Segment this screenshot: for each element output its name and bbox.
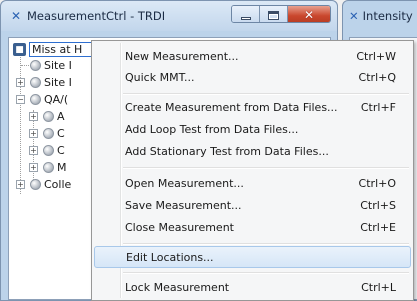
tree-node-label: Site I bbox=[44, 59, 72, 72]
node-icon bbox=[30, 60, 41, 71]
node-icon bbox=[43, 145, 54, 156]
menu-item-shortcut: Ctrl+S bbox=[360, 199, 396, 212]
title-bar[interactable]: ✕ MeasurementCtrl - TRDI ✕ bbox=[1, 1, 337, 31]
node-icon bbox=[30, 179, 41, 190]
close-icon: ✕ bbox=[303, 8, 315, 22]
expand-icon[interactable]: + bbox=[16, 180, 25, 189]
menu-item-label: Lock Measurement bbox=[125, 281, 230, 294]
tree-node[interactable]: Site I bbox=[9, 58, 99, 76]
tree-node-label: Colle bbox=[44, 178, 72, 191]
menu-item-label: New Measurement... bbox=[125, 50, 239, 63]
menu-item-shortcut: Ctrl+O bbox=[358, 177, 396, 190]
caption-buttons: ✕ bbox=[231, 5, 331, 23]
maximize-button[interactable] bbox=[260, 6, 288, 22]
menu-item-shortcut: Ctrl+E bbox=[360, 221, 396, 234]
menu-item-add-loop-test[interactable]: Add Loop Test from Data Files... bbox=[94, 119, 411, 141]
menu-separator bbox=[123, 272, 409, 274]
menu-item-label: Quick MMT... bbox=[125, 71, 195, 84]
minimize-icon bbox=[240, 16, 251, 20]
close-button[interactable]: ✕ bbox=[288, 6, 330, 22]
tree-node-label: C bbox=[57, 127, 65, 140]
tree-node-label: Site I bbox=[44, 76, 72, 89]
maximize-icon bbox=[268, 10, 279, 20]
context-menu: New Measurement... Ctrl+W Quick MMT... C… bbox=[91, 40, 414, 301]
menu-separator bbox=[123, 93, 409, 95]
menu-item-save-measurement[interactable]: Save Measurement... Ctrl+S bbox=[94, 195, 411, 217]
tree-node-label: A bbox=[57, 110, 65, 123]
node-icon bbox=[43, 128, 54, 139]
tree-node[interactable]: + Colle bbox=[9, 177, 99, 195]
tree-node[interactable]: + A bbox=[9, 109, 99, 127]
menu-item-label: Add Stationary Test from Data Files... bbox=[125, 145, 329, 158]
collapse-icon[interactable]: − bbox=[16, 95, 25, 104]
trdi-logo-icon: ✕ bbox=[11, 9, 22, 23]
window-title: MeasurementCtrl - TRDI bbox=[27, 9, 166, 23]
tree-node[interactable]: + C bbox=[9, 143, 99, 161]
intensity-title-text: Intensity bbox=[362, 9, 413, 23]
menu-item-shortcut: Ctrl+Q bbox=[358, 71, 396, 84]
node-icon bbox=[43, 162, 54, 173]
tree-node[interactable]: − QA/( bbox=[9, 92, 99, 110]
expand-icon[interactable]: + bbox=[16, 78, 25, 87]
tree-node[interactable]: + M bbox=[9, 160, 99, 178]
node-icon bbox=[30, 77, 41, 88]
menu-item-shortcut: Ctrl+F bbox=[360, 101, 396, 114]
menu-item-label: Open Measurement... bbox=[125, 177, 244, 190]
menu-item-lock-measurement[interactable]: Lock Measurement Ctrl+L bbox=[94, 277, 411, 299]
menu-item-new-measurement[interactable]: New Measurement... Ctrl+W bbox=[94, 46, 411, 68]
expand-icon[interactable]: + bbox=[29, 129, 38, 138]
trdi-logo-icon: ✕ bbox=[349, 9, 359, 23]
tree-node-label: C bbox=[57, 144, 65, 157]
menu-item-label: Edit Locations... bbox=[126, 251, 214, 264]
expand-icon[interactable]: + bbox=[29, 112, 38, 121]
menu-item-label: Close Measurement bbox=[125, 221, 234, 234]
menu-item-quick-mmt[interactable]: Quick MMT... Ctrl+Q bbox=[94, 67, 411, 89]
measurement-icon: ■ bbox=[13, 43, 26, 56]
expand-icon[interactable]: + bbox=[29, 146, 38, 155]
tree-node[interactable]: + Site I bbox=[9, 75, 99, 93]
menu-separator bbox=[123, 167, 409, 169]
menu-item-shortcut: Ctrl+W bbox=[356, 50, 396, 63]
menu-item-label: Add Loop Test from Data Files... bbox=[125, 123, 299, 136]
menu-item-close-measurement[interactable]: Close Measurement Ctrl+E bbox=[94, 217, 411, 239]
node-icon bbox=[30, 94, 41, 105]
menu-separator bbox=[123, 243, 409, 245]
menu-item-create-measurement[interactable]: Create Measurement from Data Files... Ct… bbox=[94, 97, 411, 119]
tree-node[interactable]: + C bbox=[9, 126, 99, 144]
menu-item-add-stationary-test[interactable]: Add Stationary Test from Data Files... bbox=[94, 141, 411, 163]
intensity-window-title[interactable]: ✕ Intensity bbox=[349, 9, 413, 23]
menu-item-shortcut: Ctrl+L bbox=[361, 281, 396, 294]
minimize-button[interactable] bbox=[232, 6, 260, 22]
expand-icon[interactable]: + bbox=[29, 163, 38, 172]
tree-node-label: M bbox=[57, 161, 67, 174]
menu-item-label: Create Measurement from Data Files... bbox=[125, 101, 338, 114]
menu-item-edit-locations[interactable]: Edit Locations... bbox=[94, 246, 411, 268]
menu-item-open-measurement[interactable]: Open Measurement... Ctrl+O bbox=[94, 173, 411, 195]
tree-node-label: QA/( bbox=[44, 93, 69, 106]
node-icon bbox=[43, 111, 54, 122]
menu-item-label: Save Measurement... bbox=[125, 199, 242, 212]
